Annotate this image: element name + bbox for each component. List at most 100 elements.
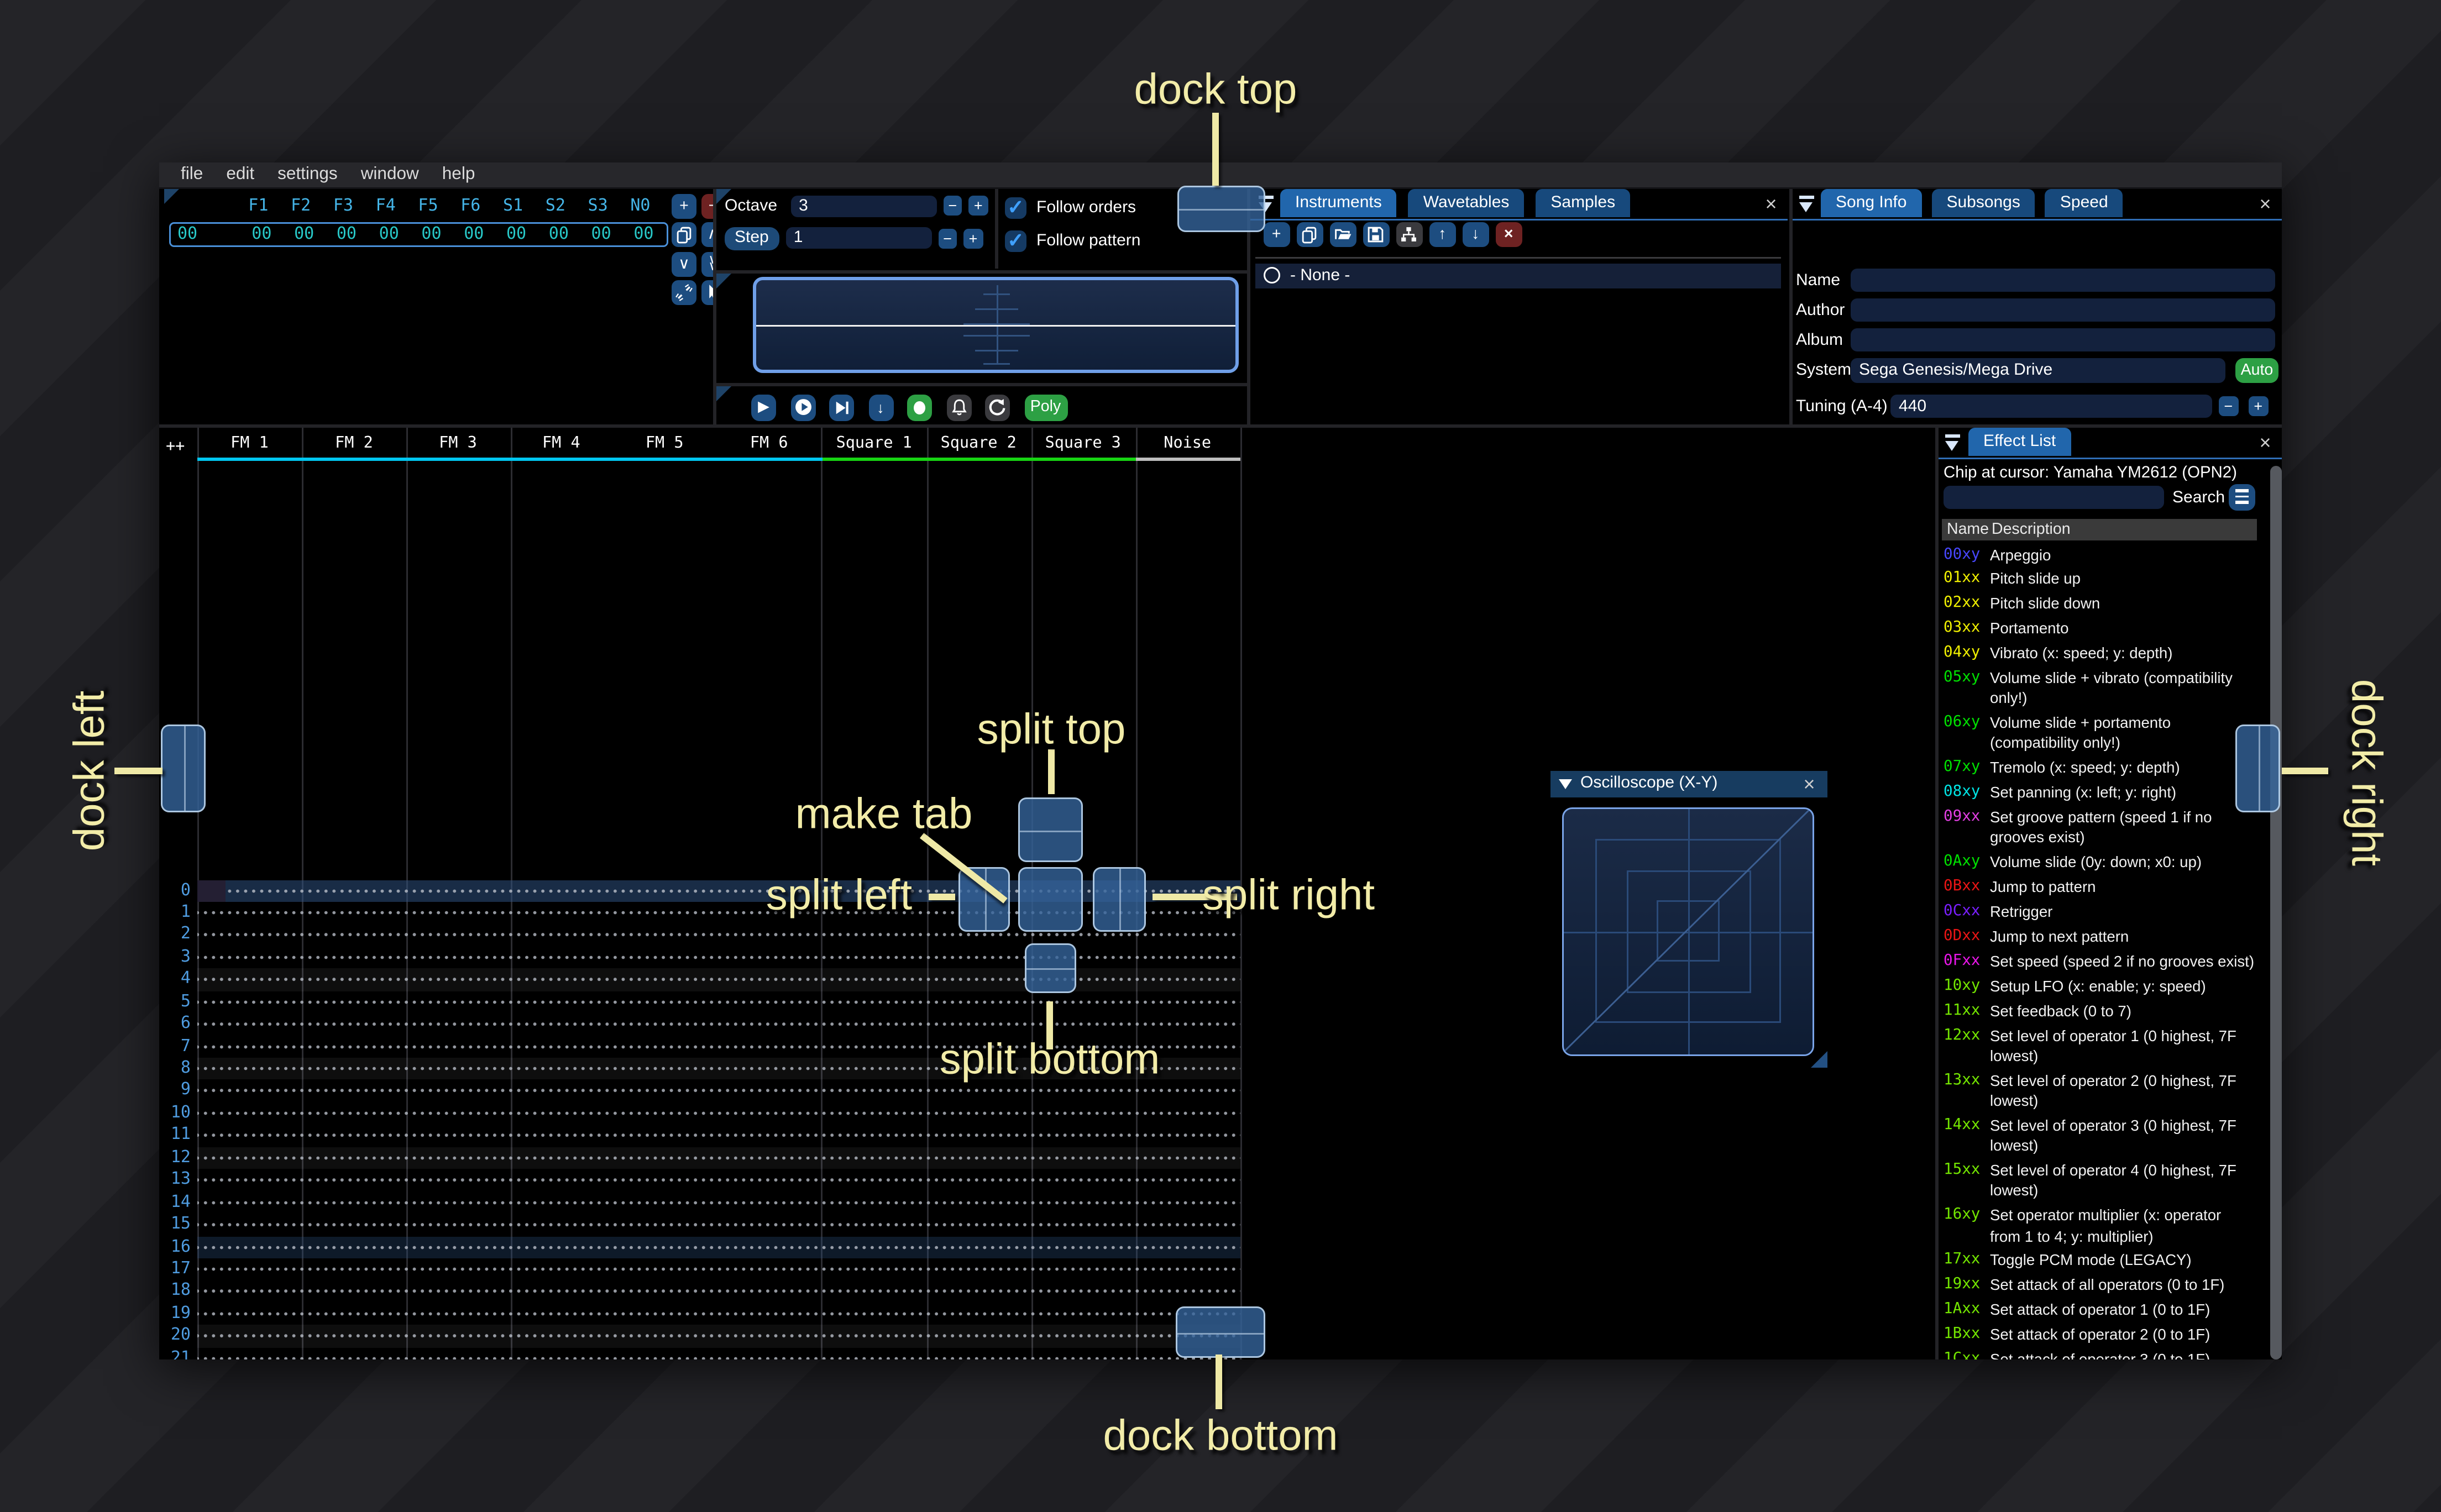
row-cells[interactable] (197, 1214, 1240, 1236)
effect-row[interactable]: 17xx Toggle PCM mode (LEGACY) (1942, 1251, 2260, 1271)
instrument-add-button[interactable]: + (1264, 221, 1290, 247)
tab[interactable]: Speed (2045, 189, 2123, 217)
instrument-organize-button[interactable] (1396, 221, 1422, 247)
menu-item[interactable]: help (442, 165, 475, 185)
split-right-target[interactable] (1093, 867, 1146, 932)
step-decrement-button[interactable]: − (937, 228, 957, 248)
row-cells[interactable] (197, 1303, 1240, 1325)
tab[interactable]: Subsongs (1931, 189, 2035, 217)
instrument-save-button[interactable] (1363, 221, 1389, 247)
play-button[interactable]: ▶ (751, 395, 776, 421)
song-name-input[interactable] (1851, 269, 2275, 292)
effect-row[interactable]: 12xx Set level of operator 1 (0 highest,… (1942, 1026, 2260, 1067)
row-cells[interactable] (197, 1013, 1240, 1036)
split-bottom-target[interactable] (1025, 943, 1076, 993)
effect-search-input[interactable] (1944, 485, 2164, 508)
step-button[interactable]: Step (725, 226, 779, 250)
menu-item[interactable]: settings (277, 165, 338, 185)
pattern-row[interactable]: 14 (159, 1191, 1287, 1214)
row-cells[interactable] (197, 968, 1240, 991)
pattern-row[interactable]: 13 (159, 1169, 1287, 1191)
tab[interactable]: Samples (1536, 189, 1631, 217)
channel-header[interactable]: FM 6 (716, 433, 822, 461)
effect-table-header[interactable]: Name Description (1942, 518, 2257, 540)
orders-cell[interactable]: 00 (240, 225, 283, 243)
orders-cell[interactable]: 00 (537, 225, 580, 243)
pattern-row[interactable]: 10 (159, 1102, 1287, 1125)
dock-bottom-target[interactable] (1176, 1306, 1265, 1358)
tab[interactable]: Wavetables (1408, 189, 1525, 217)
follow-pattern-checkbox[interactable]: ✓ (1005, 229, 1026, 252)
metronome-button[interactable] (946, 395, 971, 421)
effect-row[interactable]: 06xy Volume slide + portamento (compatib… (1942, 713, 2260, 754)
close-icon[interactable]: × (2255, 193, 2275, 213)
follow-pattern-label[interactable]: Follow pattern (1036, 232, 1140, 250)
channel-header[interactable]: FM 4 (509, 433, 613, 461)
effect-row[interactable]: 00xy Arpeggio (1942, 545, 2260, 565)
orders-cell[interactable]: 00 (326, 225, 368, 243)
channel-header[interactable]: FM 3 (406, 433, 510, 461)
pattern-row[interactable]: 18 (159, 1280, 1287, 1303)
instrument-move-up-button[interactable]: ↑ (1429, 221, 1455, 247)
effect-row[interactable]: 1Cxx Set attack of operator 3 (0 to 1F) (1942, 1350, 2260, 1358)
effect-row[interactable]: 19xx Set attack of all operators (0 to 1… (1942, 1275, 2260, 1296)
effect-row[interactable]: 10xy Setup LFO (x: enable; y: speed) (1942, 976, 2260, 996)
orders-cell[interactable]: 00 (368, 225, 410, 243)
close-icon[interactable]: × (2255, 432, 2275, 452)
pattern-row[interactable]: 16 (159, 1236, 1287, 1258)
pattern-row[interactable]: 4 (159, 968, 1287, 991)
octave-input[interactable]: 3 (790, 195, 937, 217)
effect-row[interactable]: 0Bxx Jump to pattern (1942, 878, 2260, 898)
order-down-button[interactable]: ∨ (672, 251, 696, 276)
effect-row[interactable]: 09xx Set groove pattern (speed 1 if no g… (1942, 807, 2260, 848)
channel-header[interactable]: FM 1 (197, 433, 302, 461)
step-input[interactable]: 1 (785, 227, 931, 249)
channel-header[interactable]: FM 5 (612, 433, 716, 461)
instrument-move-down-button[interactable]: ↓ (1463, 221, 1489, 247)
order-duplicate-button[interactable] (672, 222, 696, 247)
orders-current-row[interactable]: 00 00 00 00 00 00 00 00 00 00 00 (169, 221, 668, 246)
pattern-row[interactable]: 6 (159, 1013, 1287, 1036)
row-cells[interactable] (197, 1191, 1240, 1214)
step-increment-button[interactable]: + (963, 228, 983, 248)
record-button[interactable] (907, 395, 932, 421)
row-cells[interactable] (197, 991, 1240, 1014)
tuning-increment-button[interactable]: + (2249, 396, 2268, 416)
effect-row[interactable]: 05xy Volume slide + vibrato (compatibili… (1942, 668, 2260, 709)
pattern-row[interactable]: 21 (159, 1347, 1287, 1359)
octave-decrement-button[interactable]: − (943, 196, 962, 216)
row-cells[interactable] (197, 1280, 1240, 1303)
tab-effect-list[interactable]: Effect List (1968, 428, 2071, 456)
row-cells[interactable] (197, 924, 1240, 947)
instrument-list-item-none[interactable]: - None - (1255, 262, 1781, 288)
pattern-rows[interactable]: 0 1 2 3 4 5 6 7 8 9 10 11 12 13 14 15 16… (159, 879, 1287, 1359)
collapse-icon[interactable] (1796, 192, 1817, 213)
channel-header[interactable]: Square 2 (926, 433, 1031, 461)
album-input[interactable] (1851, 328, 2275, 351)
row-cells[interactable] (197, 1147, 1240, 1169)
tuning-input[interactable]: 440 (1890, 395, 2212, 418)
collapse-icon[interactable] (1942, 431, 1963, 452)
pattern-row[interactable]: 12 (159, 1147, 1287, 1169)
row-cells[interactable] (197, 946, 1240, 969)
dock-left-target[interactable] (161, 725, 206, 812)
effect-row[interactable]: 15xx Set level of operator 4 (0 highest,… (1942, 1161, 2260, 1201)
effect-row[interactable]: 01xx Pitch slide up (1942, 569, 2260, 590)
row-cells[interactable] (197, 901, 1240, 925)
row-cells[interactable] (197, 1102, 1240, 1125)
effect-row[interactable]: 08xy Set panning (x: left; y: right) (1942, 783, 2260, 804)
pattern-cursor-cell[interactable] (197, 879, 226, 902)
pattern-row[interactable]: 20 (159, 1325, 1287, 1348)
channel-header[interactable]: Noise (1135, 433, 1240, 461)
play-pattern-button[interactable] (790, 395, 815, 421)
order-unlink-button[interactable] (672, 280, 696, 305)
effect-row[interactable]: 03xx Portamento (1942, 619, 2260, 639)
menu-item[interactable]: file (181, 165, 203, 185)
effect-row[interactable]: 0Dxx Jump to next pattern (1942, 927, 2260, 947)
effect-row[interactable]: 11xx Set feedback (0 to 7) (1942, 1001, 2260, 1021)
split-top-target[interactable] (1018, 797, 1083, 862)
pattern-row[interactable]: 15 (159, 1214, 1287, 1236)
column-name[interactable]: Name (1947, 518, 1989, 540)
pattern-row[interactable]: 5 (159, 991, 1287, 1014)
effect-row[interactable]: 04xy Vibrato (x: speed; y: depth) (1942, 643, 2260, 664)
